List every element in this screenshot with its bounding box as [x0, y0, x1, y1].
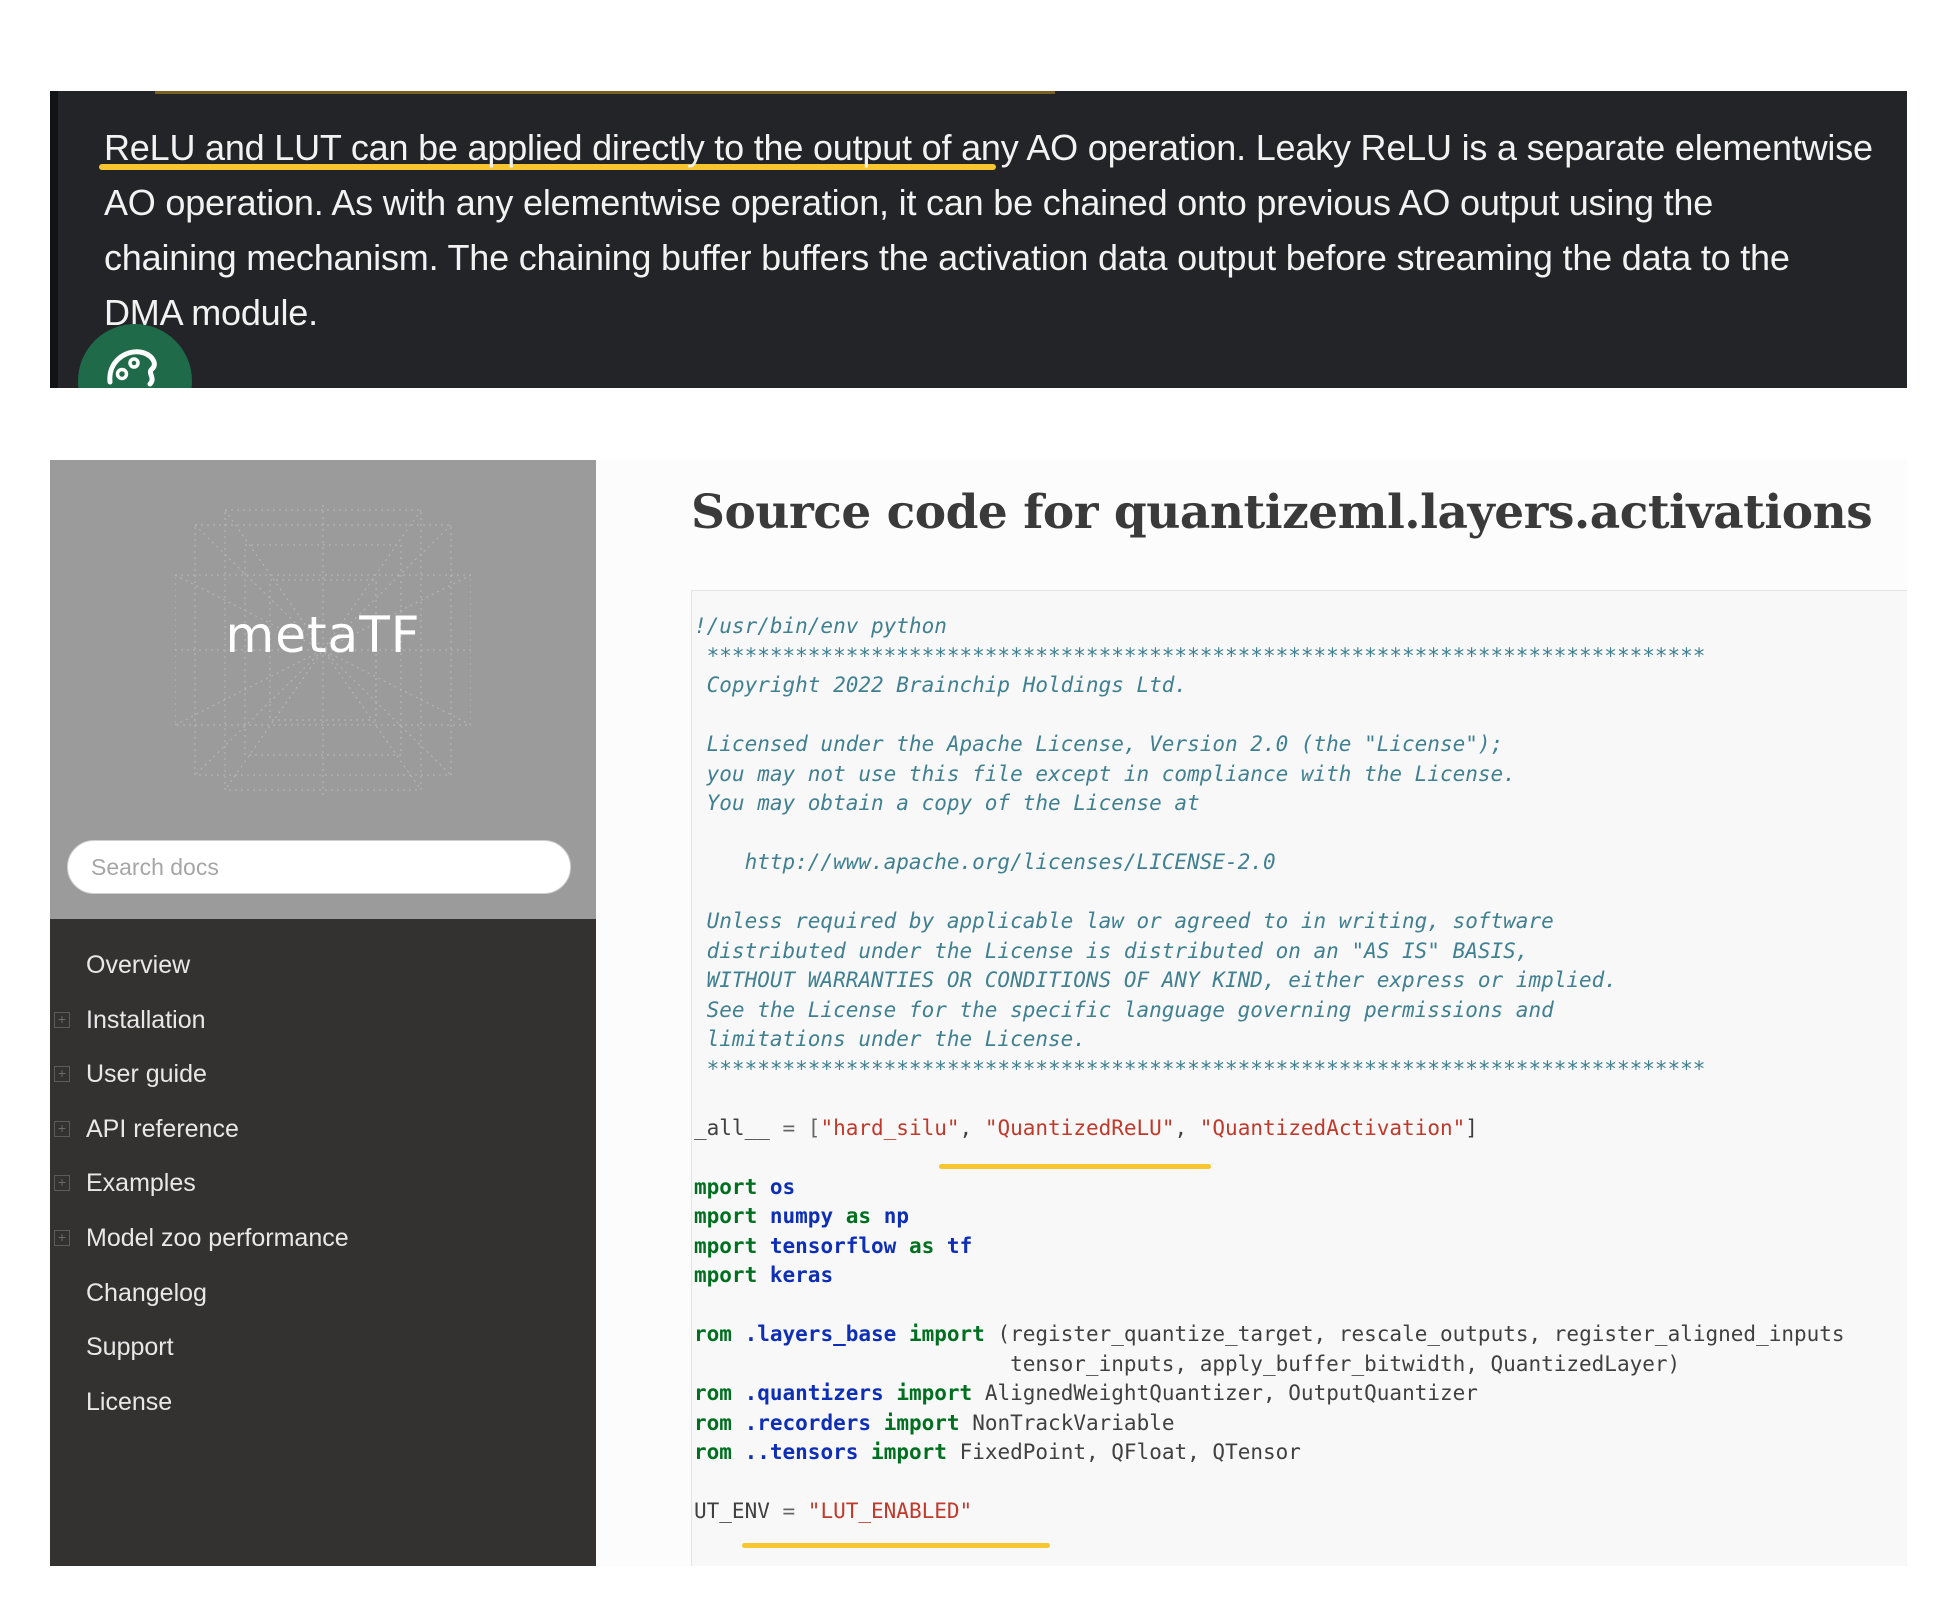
- code-keyword: rom: [694, 1322, 732, 1346]
- code-comment: !/usr/bin/env python: [694, 614, 947, 638]
- code-comment: Copyright 2022 Brainchip Holdings Ltd.: [694, 673, 1188, 697]
- expand-plus-icon[interactable]: +: [54, 1011, 70, 1028]
- highlight-underline-quantized-relu: [939, 1164, 1211, 1169]
- code-names: (register_quantize_target, rescale_outpu…: [997, 1322, 1845, 1346]
- code-string-lut-enabled: "LUT_ENABLED": [807, 1499, 973, 1523]
- sidebar-item-label: License: [86, 1387, 173, 1416]
- code-listing: !/usr/bin/env python *******************…: [694, 614, 1845, 1523]
- sidebar-item-overview[interactable]: Overview: [50, 938, 596, 993]
- code-keyword: import: [896, 1381, 973, 1405]
- sidebar-item-api-reference[interactable]: + API reference: [50, 1102, 596, 1157]
- code-lut-env-name: UT_ENV: [694, 1499, 770, 1523]
- code-module: tensorflow: [769, 1233, 897, 1258]
- sidebar-item-model-zoo-performance[interactable]: + Model zoo performance: [50, 1211, 596, 1266]
- page-title: Source code for quantizeml.layers.activa…: [691, 485, 1873, 540]
- code-string-quantized-relu: "QuantizedReLU": [984, 1115, 1175, 1140]
- expand-plus-icon[interactable]: +: [54, 1066, 70, 1083]
- sidebar-item-license[interactable]: License: [50, 1375, 596, 1430]
- code-string: "QuantizedActivation": [1199, 1115, 1466, 1140]
- code-comment: You may obtain a copy of the License at: [694, 791, 1200, 815]
- excerpt-line1-rest: Leaky ReLU is a separate elementwise: [1245, 127, 1873, 168]
- code-keyword: import: [908, 1322, 985, 1346]
- sidebar: metaTF Overview + Installation + User guid…: [50, 460, 596, 1566]
- code-string: "hard_silu": [820, 1115, 960, 1140]
- expand-plus-icon[interactable]: +: [54, 1175, 70, 1192]
- code-names: AlignedWeightQuantizer, OutputQuantizer: [984, 1381, 1478, 1405]
- code-comment: Unless required by applicable law or agr…: [694, 909, 1554, 933]
- code-module: .layers_base: [744, 1322, 897, 1346]
- code-bracket: ]: [1465, 1115, 1478, 1140]
- sidebar-item-examples[interactable]: + Examples: [50, 1156, 596, 1211]
- sidebar-item-label: Support: [86, 1333, 174, 1362]
- code-keyword: mport: [694, 1233, 758, 1258]
- code-keyword: import: [883, 1410, 960, 1435]
- code-keyword: rom: [694, 1381, 732, 1405]
- sidebar-nav: Overview + Installation + User guide + API …: [50, 938, 596, 1429]
- metatf-logo[interactable]: metaTF: [50, 606, 596, 664]
- sidebar-item-label: Overview: [86, 951, 191, 979]
- excerpt-top-rule: [155, 91, 1055, 94]
- code-comment: limitations under the License.: [694, 1027, 1086, 1051]
- code-comment: distributed under the License is distrib…: [694, 938, 1529, 963]
- code-module: np: [883, 1204, 909, 1228]
- source-code-block: !/usr/bin/env python *******************…: [691, 590, 1907, 1566]
- code-operator: = [: [769, 1115, 821, 1140]
- sidebar-item-label: Model zoo performance: [86, 1223, 349, 1252]
- code-module: keras: [769, 1263, 834, 1287]
- sidebar-item-user-guide[interactable]: + User guide: [50, 1047, 596, 1102]
- code-keyword: rom: [694, 1440, 732, 1464]
- code-comment-url: http://www.apache.org/licenses/LICENSE-2…: [694, 850, 1276, 874]
- code-module: os: [769, 1174, 796, 1199]
- code-module: .quantizers: [744, 1381, 884, 1405]
- code-keyword: import: [871, 1440, 947, 1464]
- search-docs-input[interactable]: [67, 840, 571, 894]
- code-module: numpy: [769, 1204, 834, 1228]
- expand-plus-icon[interactable]: +: [54, 1120, 70, 1137]
- excerpt-line3: chaining mechanism. The chaining buffer …: [104, 237, 1790, 278]
- excerpt-line2: AO operation. As with any elementwise op…: [104, 182, 1714, 223]
- code-keyword: mport: [694, 1174, 758, 1199]
- excerpt-edge: [50, 91, 58, 388]
- sidebar-header: metaTF: [50, 460, 596, 919]
- code-comment: See the License for the specific languag…: [694, 997, 1554, 1022]
- sidebar-item-label: Changelog: [86, 1278, 207, 1307]
- excerpt-text: ReLU and LUT can be applied directly to …: [104, 120, 1899, 340]
- expand-plus-icon[interactable]: +: [54, 1229, 70, 1246]
- code-keyword: mport: [694, 1263, 758, 1287]
- main-content: Source code for quantizeml.layers.activa…: [596, 460, 1907, 1566]
- code-module: ..tensors: [744, 1440, 859, 1464]
- code-comment: ****************************************…: [694, 1056, 1706, 1081]
- code-keyword: rom: [694, 1410, 732, 1435]
- sidebar-item-label: User guide: [86, 1060, 207, 1089]
- code-comment: you may not use this file except in comp…: [694, 761, 1516, 786]
- code-keyword: as: [845, 1204, 872, 1228]
- code-comment: WITHOUT WARRANTIES OR CONDITIONS OF ANY …: [694, 968, 1617, 992]
- code-all-name: _all__: [694, 1115, 770, 1140]
- highlighted-excerpt: ReLU and LUT can be applied directly to …: [50, 91, 1907, 388]
- sidebar-item-label: Examples: [86, 1169, 196, 1198]
- sidebar-item-installation[interactable]: + Installation: [50, 993, 596, 1048]
- code-names: NonTrackVariable: [972, 1410, 1175, 1435]
- code-keyword: mport: [694, 1204, 758, 1228]
- sidebar-item-label: API reference: [86, 1114, 239, 1143]
- code-names: tensor_inputs, apply_buffer_bitwidth, Qu…: [694, 1351, 1681, 1376]
- sidebar-item-support[interactable]: Support: [50, 1320, 596, 1375]
- docs-page: metaTF Overview + Installation + User guid…: [50, 460, 1907, 1566]
- sidebar-item-changelog[interactable]: Changelog: [50, 1266, 596, 1321]
- code-comment: ****************************************…: [694, 643, 1706, 668]
- code-keyword: as: [908, 1233, 935, 1258]
- excerpt-highlighted-sentence: ReLU and LUT can be applied directly to …: [104, 127, 1246, 168]
- code-operator: =: [769, 1499, 808, 1523]
- code-module: tf: [946, 1233, 973, 1258]
- sidebar-item-label: Installation: [86, 1005, 206, 1034]
- highlight-underline-lut-env: [742, 1543, 1050, 1548]
- code-module: .recorders: [744, 1410, 872, 1435]
- code-comment: Licensed under the Apache License, Versi…: [694, 732, 1504, 756]
- code-names: FixedPoint, QFloat, QTensor: [959, 1440, 1301, 1464]
